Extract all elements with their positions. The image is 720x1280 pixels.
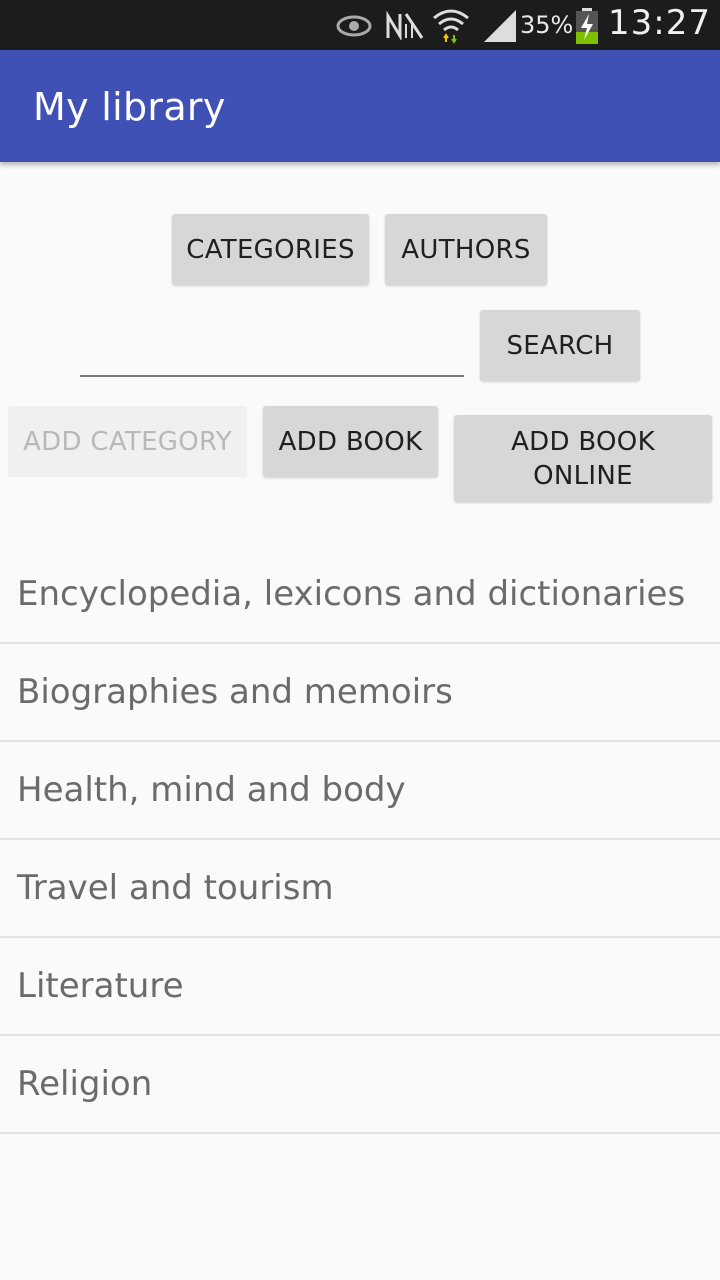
add-category-button[interactable]: ADD CATEGORY xyxy=(8,406,247,477)
add-category-button-label: ADD CATEGORY xyxy=(23,426,232,457)
app-bar: My library xyxy=(0,50,720,162)
categories-button[interactable]: CATEGORIES xyxy=(172,214,369,285)
add-book-button[interactable]: ADD BOOK xyxy=(263,406,438,477)
page-title: My library xyxy=(33,85,226,129)
search-input-underline xyxy=(80,375,464,377)
status-bar: 35% 13:27 xyxy=(0,0,720,50)
wifi-icon xyxy=(432,6,470,48)
add-book-button-label: ADD BOOK xyxy=(278,426,423,457)
authors-button-label: AUTHORS xyxy=(401,234,531,265)
list-item[interactable]: Encyclopedia, lexicons and dictionaries xyxy=(0,546,720,644)
category-list: Encyclopedia, lexicons and dictionaries … xyxy=(0,546,720,1134)
authors-button[interactable]: AUTHORS xyxy=(385,214,547,285)
battery-percent: 35% xyxy=(520,11,574,39)
list-item[interactable]: Literature xyxy=(0,938,720,1036)
search-input[interactable] xyxy=(80,330,464,376)
list-item[interactable]: Travel and tourism xyxy=(0,840,720,938)
signal-icon xyxy=(482,10,518,46)
search-button[interactable]: SEARCH xyxy=(480,310,640,381)
list-item[interactable]: Biographies and memoirs xyxy=(0,644,720,742)
list-item[interactable]: Religion xyxy=(0,1036,720,1134)
no-sim-icon xyxy=(384,10,426,44)
eye-icon xyxy=(336,14,372,42)
categories-button-label: CATEGORIES xyxy=(186,234,355,265)
add-book-online-label-line1: ADD BOOK xyxy=(511,426,655,457)
add-book-online-label-line2: ONLINE xyxy=(533,460,633,491)
battery-charging-icon xyxy=(574,8,600,48)
add-book-online-button[interactable]: ADD BOOK ONLINE xyxy=(454,415,712,502)
list-item[interactable]: Health, mind and body xyxy=(0,742,720,840)
search-button-label: SEARCH xyxy=(506,330,614,361)
clock: 13:27 xyxy=(608,3,711,43)
